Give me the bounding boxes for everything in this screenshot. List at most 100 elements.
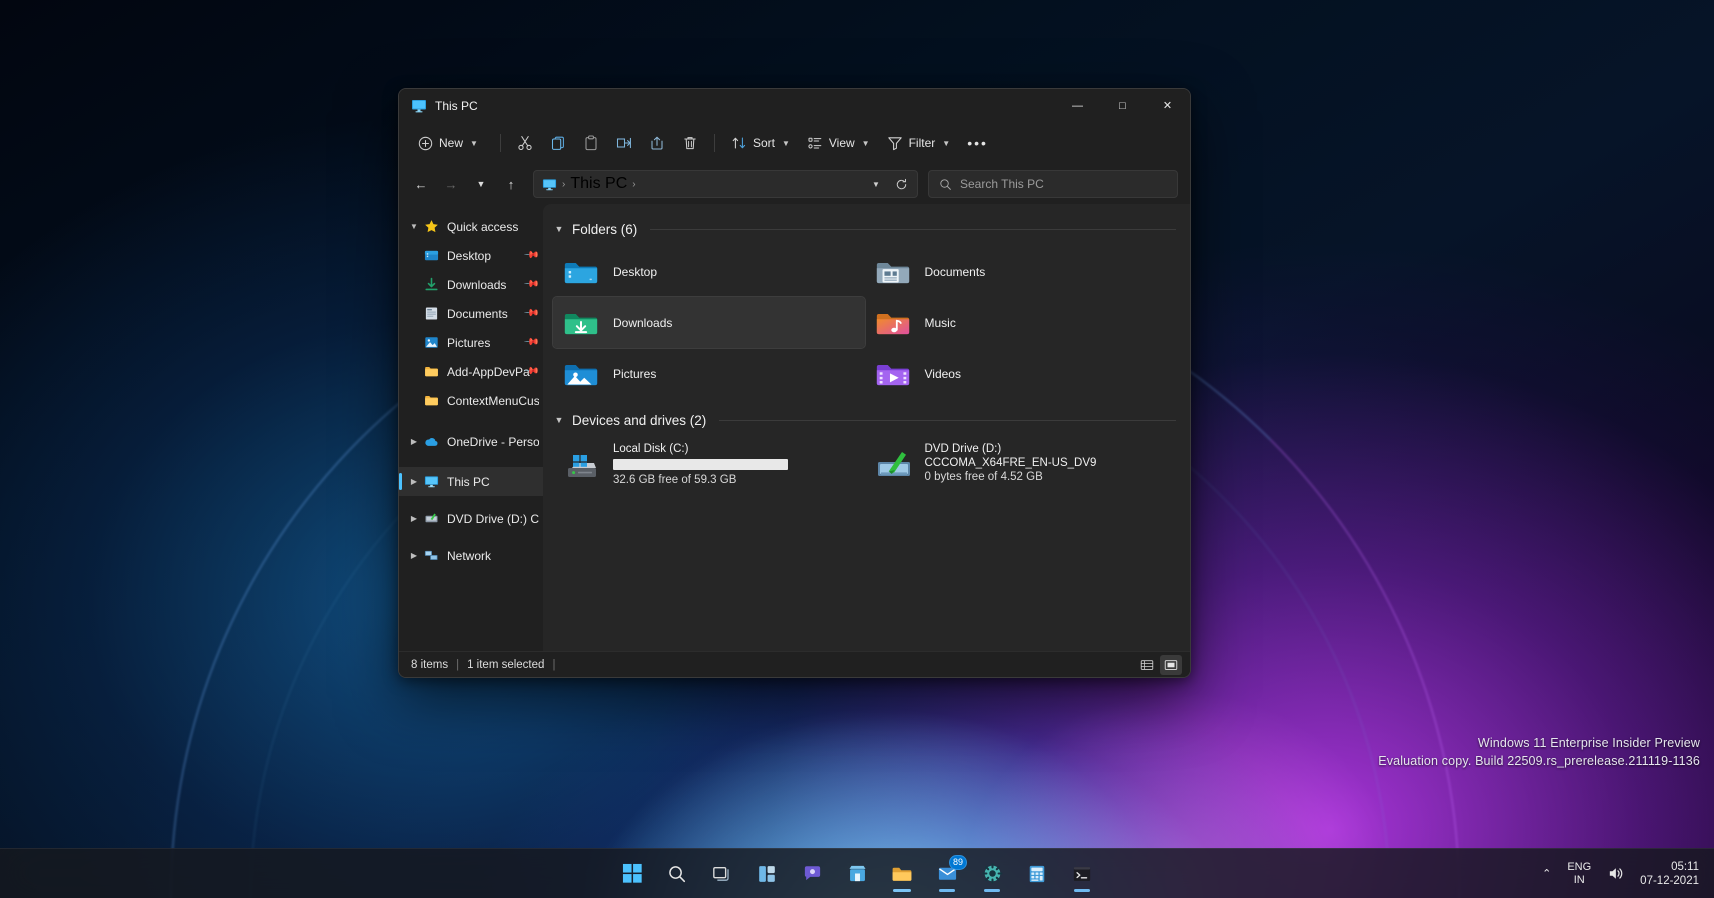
delete-button[interactable]	[674, 128, 706, 158]
up-button[interactable]: ↑	[497, 170, 525, 198]
folder-tile-documents[interactable]: Documents	[865, 246, 1177, 297]
volume-icon[interactable]	[1600, 855, 1631, 893]
desktop-folder-icon	[423, 247, 440, 264]
language-indicator[interactable]: ENG IN	[1560, 855, 1598, 893]
forward-button[interactable]: →	[437, 170, 465, 198]
clock-and-date[interactable]: 05:11 07-12-2021	[1633, 855, 1706, 893]
folders-group-title: Folders (6)	[572, 221, 638, 237]
navigation-pane[interactable]: ▼ Quick access Desktop 📌 Downloads 📌 Doc…	[399, 204, 543, 651]
paste-button[interactable]	[575, 128, 607, 158]
cut-button[interactable]	[509, 128, 541, 158]
title-bar[interactable]: This PC — □ ✕	[399, 89, 1190, 122]
copy-button[interactable]	[542, 128, 574, 158]
sort-button-label: Sort	[752, 136, 775, 150]
new-button-label: New	[439, 136, 464, 150]
mail-icon[interactable]: 89	[927, 854, 967, 894]
sidebar-item-network[interactable]: ▶ Network	[399, 541, 543, 570]
chevron-right-icon[interactable]: ▶	[405, 437, 423, 446]
drive-tile-dvd[interactable]: DVD Drive (D:) CCCOMA_X64FRE_EN-US_DV9 0…	[865, 437, 1177, 493]
folder-tile-desktop[interactable]: Desktop	[553, 246, 865, 297]
chevron-right-icon[interactable]: ▶	[405, 514, 423, 523]
view-button[interactable]: View ▼	[799, 128, 878, 158]
view-icon	[807, 135, 823, 151]
documents-folder-icon	[873, 252, 913, 292]
breadcrumb-separator-end[interactable]: ›	[632, 179, 635, 190]
copy-icon	[550, 135, 566, 151]
sidebar-item-documents[interactable]: Documents 📌	[399, 299, 543, 328]
share-icon	[649, 135, 665, 151]
widgets-icon[interactable]	[747, 854, 787, 894]
chevron-down-icon[interactable]: ▼	[405, 222, 423, 231]
calculator-icon[interactable]	[1017, 854, 1057, 894]
chevron-down-icon: ▼	[476, 179, 486, 189]
terminal-icon[interactable]	[1062, 854, 1102, 894]
large-icons-view-icon[interactable]	[1160, 654, 1182, 675]
language-line-2: IN	[1573, 873, 1585, 886]
tray-expand-button[interactable]: ⌃	[1535, 855, 1558, 893]
new-button[interactable]: New ▼	[409, 128, 488, 158]
file-explorer-icon[interactable]	[882, 854, 922, 894]
drive-free-space: 0 bytes free of 4.52 GB	[924, 471, 1043, 483]
chevron-right-icon[interactable]: ▶	[405, 477, 423, 486]
folder-tile-downloads[interactable]: Downloads	[552, 296, 866, 349]
local-disk-icon	[561, 445, 603, 487]
start-button[interactable]	[612, 854, 652, 894]
folder-tile-videos[interactable]: Videos	[865, 348, 1177, 399]
folder-tile-pictures[interactable]: Pictures	[553, 348, 865, 399]
chat-teams-icon[interactable]	[792, 854, 832, 894]
search-taskbar-icon[interactable]	[657, 854, 697, 894]
sidebar-item-pictures[interactable]: Pictures 📌	[399, 328, 543, 357]
close-button[interactable]: ✕	[1145, 89, 1190, 122]
music-folder-icon	[873, 303, 913, 343]
search-input[interactable]	[960, 177, 1167, 191]
sidebar-item-contextmenucust[interactable]: ContextMenuCust	[399, 386, 543, 415]
sidebar-item-add-appdevpa[interactable]: Add-AppDevPa 📌	[399, 357, 543, 386]
sidebar-item-label: Add-AppDevPa	[447, 364, 530, 379]
maximize-button[interactable]: □	[1100, 89, 1145, 122]
chevron-down-icon[interactable]: ▼	[553, 415, 565, 425]
settings-icon[interactable]	[972, 854, 1012, 894]
microsoft-store-icon[interactable]	[837, 854, 877, 894]
breadcrumb-this-pc[interactable]: This PC	[570, 175, 627, 193]
filter-icon	[887, 135, 903, 151]
chevron-down-icon[interactable]: ▼	[553, 224, 565, 234]
paste-icon	[583, 135, 599, 151]
drives-group-header[interactable]: ▼ Devices and drives (2)	[553, 407, 1176, 433]
task-view-icon[interactable]	[702, 854, 742, 894]
sidebar-item-downloads[interactable]: Downloads 📌	[399, 270, 543, 299]
sidebar-item-dvd-drive[interactable]: ▶ DVD Drive (D:) CCCO	[399, 504, 543, 533]
address-dropdown-button[interactable]: ▼	[864, 172, 888, 196]
folder-tile-music[interactable]: Music	[865, 297, 1177, 348]
ellipsis-icon: •••	[967, 135, 988, 151]
toolbar-divider-1	[499, 134, 501, 152]
minimize-button[interactable]: —	[1055, 89, 1100, 122]
sort-icon	[731, 135, 747, 151]
address-bar[interactable]: › This PC › ▼	[533, 170, 918, 198]
sort-button[interactable]: Sort ▼	[723, 128, 798, 158]
window-title: This PC	[435, 98, 478, 113]
sidebar-item-label: Quick access	[447, 219, 519, 234]
filter-button[interactable]: Filter ▼	[879, 128, 959, 158]
filter-button-label: Filter	[908, 136, 936, 150]
sidebar-item-label: Network	[447, 548, 492, 563]
status-separator: |	[552, 658, 556, 671]
search-box[interactable]	[928, 170, 1178, 198]
share-button[interactable]	[641, 128, 673, 158]
refresh-button[interactable]	[889, 172, 913, 196]
group-divider	[650, 228, 1176, 230]
more-options-button[interactable]: •••	[959, 128, 996, 158]
sidebar-item-desktop[interactable]: Desktop 📌	[399, 241, 543, 270]
back-button[interactable]: ←	[407, 170, 435, 198]
sidebar-item-onedrive[interactable]: ▶ OneDrive - Personal	[399, 427, 543, 456]
drive-tile-local-disk[interactable]: Local Disk (C:) 32.6 GB free of 59.3 GB	[553, 437, 865, 493]
folders-group-header[interactable]: ▼ Folders (6)	[553, 216, 1176, 242]
clock-label: 05:11 07-12-2021	[1640, 860, 1699, 888]
breadcrumb-separator: ›	[562, 178, 566, 190]
details-view-icon[interactable]	[1136, 655, 1158, 675]
desktop-folder-icon	[561, 252, 601, 292]
sidebar-item-quick-access[interactable]: ▼ Quick access	[399, 212, 543, 241]
sidebar-item-this-pc[interactable]: ▶ This PC	[399, 467, 543, 496]
recent-locations-button[interactable]: ▼	[467, 170, 495, 198]
rename-button[interactable]	[608, 128, 640, 158]
chevron-right-icon[interactable]: ▶	[405, 551, 423, 560]
